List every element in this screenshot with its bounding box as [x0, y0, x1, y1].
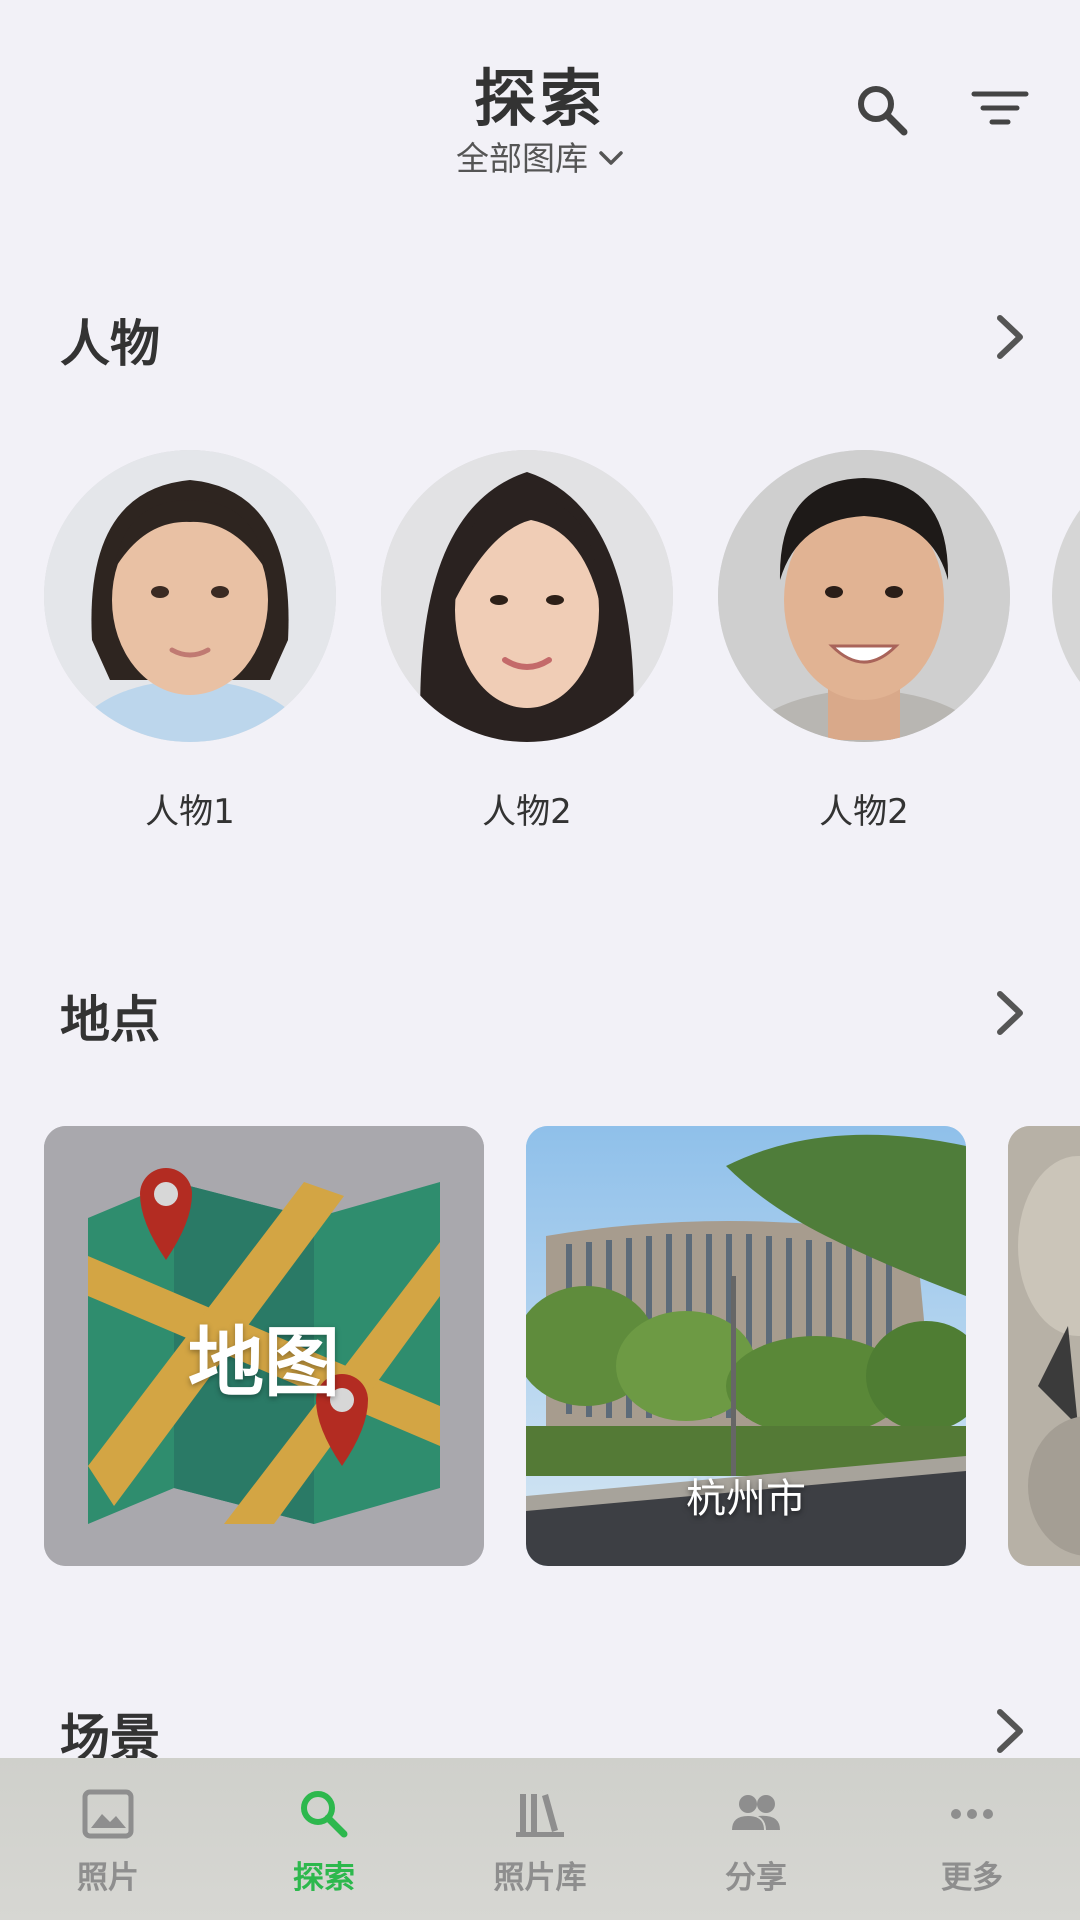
person-name: 人物2	[819, 792, 909, 832]
photo-icon	[82, 1789, 134, 1839]
places-section-title: 地点	[60, 991, 160, 1049]
person-card[interactable]: 人物1	[44, 450, 336, 833]
nav-label: 分享	[725, 1860, 787, 1896]
nav-photos[interactable]: 照片	[0, 1758, 216, 1920]
search-button[interactable]	[852, 80, 916, 144]
person-name: 人物1	[145, 792, 235, 832]
person-face-image	[44, 450, 336, 742]
places-carousel[interactable]: 地图 杭州市	[0, 1126, 1080, 1566]
page-title: 探索	[473, 62, 606, 135]
people-carousel[interactable]: 人物1 人物2 人物2	[0, 450, 1080, 850]
person-face-image	[718, 450, 1010, 742]
people-section-header[interactable]: 人物	[0, 286, 1080, 376]
search-icon	[858, 86, 908, 136]
chevron-right-icon	[997, 991, 1023, 1035]
map-card[interactable]: 地图	[44, 1126, 484, 1566]
place-photo	[1008, 1126, 1080, 1566]
place-card[interactable]: 杭州市	[526, 1126, 966, 1566]
bottom-nav: 照片 探索 照片库 分享 更多	[0, 1758, 1080, 1920]
place-name: 杭州市	[686, 1476, 806, 1522]
nav-label: 探索	[293, 1860, 355, 1896]
avatar	[44, 450, 336, 742]
person-card[interactable]: 人物2	[718, 450, 1010, 833]
header: 探索 全部图库	[0, 0, 1080, 200]
scenes-section-header[interactable]: 场景	[0, 1680, 1080, 1770]
person-name: 人物2	[482, 792, 572, 832]
filter-button[interactable]	[968, 80, 1032, 144]
avatar	[381, 450, 673, 742]
people-section-title: 人物	[60, 315, 160, 373]
map-label: 地图	[188, 1318, 340, 1407]
nav-library[interactable]: 照片库	[432, 1758, 648, 1920]
person-card[interactable]: 人物2	[381, 450, 673, 833]
chevron-right-icon	[997, 315, 1023, 359]
place-card[interactable]	[1008, 1126, 1080, 1566]
avatar[interactable]	[1052, 450, 1080, 742]
chevron-down-icon	[599, 151, 623, 165]
more-icon	[951, 1809, 993, 1819]
nav-label: 照片库	[493, 1860, 587, 1896]
nav-more[interactable]: 更多	[864, 1758, 1080, 1920]
places-section-header[interactable]: 地点	[0, 962, 1080, 1052]
filter-icon	[971, 91, 1029, 125]
library-selector-label: 全部图库	[456, 139, 588, 178]
library-selector[interactable]: 全部图库	[0, 132, 1080, 180]
nav-label: 更多	[941, 1860, 1003, 1896]
avatar	[718, 450, 1010, 742]
chevron-right-icon	[997, 1709, 1023, 1753]
nav-label: 照片	[77, 1860, 139, 1896]
search-icon	[301, 1791, 348, 1838]
nav-share[interactable]: 分享	[648, 1758, 864, 1920]
person-face-image	[381, 450, 673, 742]
people-icon	[732, 1795, 780, 1830]
library-icon	[516, 1794, 564, 1837]
nav-explore[interactable]: 探索	[216, 1758, 432, 1920]
